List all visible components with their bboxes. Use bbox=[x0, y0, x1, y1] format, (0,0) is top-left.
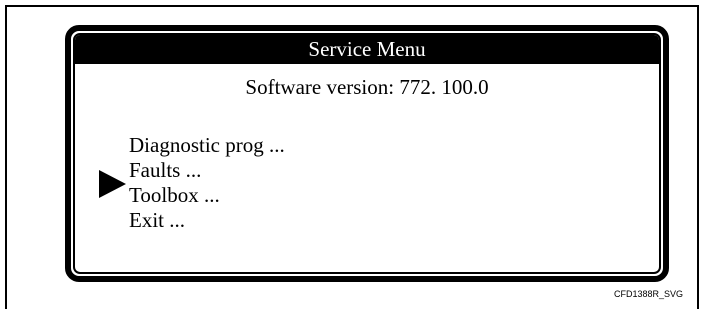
menu-item-toolbox[interactable]: Toolbox ... bbox=[129, 183, 285, 208]
figure-frame: Service Menu Software version: 772. 100.… bbox=[5, 5, 699, 309]
display-screen: Service Menu Software version: 772. 100.… bbox=[73, 33, 661, 274]
menu-title: Service Menu bbox=[75, 35, 659, 64]
menu-item-diagnostic-prog[interactable]: Diagnostic prog ... bbox=[129, 133, 285, 158]
menu-item-faults[interactable]: Faults ... bbox=[129, 158, 285, 183]
figure-caption: CFD1388R_SVG bbox=[613, 289, 683, 299]
menu-item-exit[interactable]: Exit ... bbox=[129, 208, 285, 233]
triangle-right-icon bbox=[99, 170, 126, 198]
software-version-text: Software version: 772. 100.0 bbox=[245, 75, 489, 99]
service-menu-list: Diagnostic prog ... Faults ... Toolbox .… bbox=[129, 133, 285, 233]
display-bezel: Service Menu Software version: 772. 100.… bbox=[65, 25, 669, 282]
